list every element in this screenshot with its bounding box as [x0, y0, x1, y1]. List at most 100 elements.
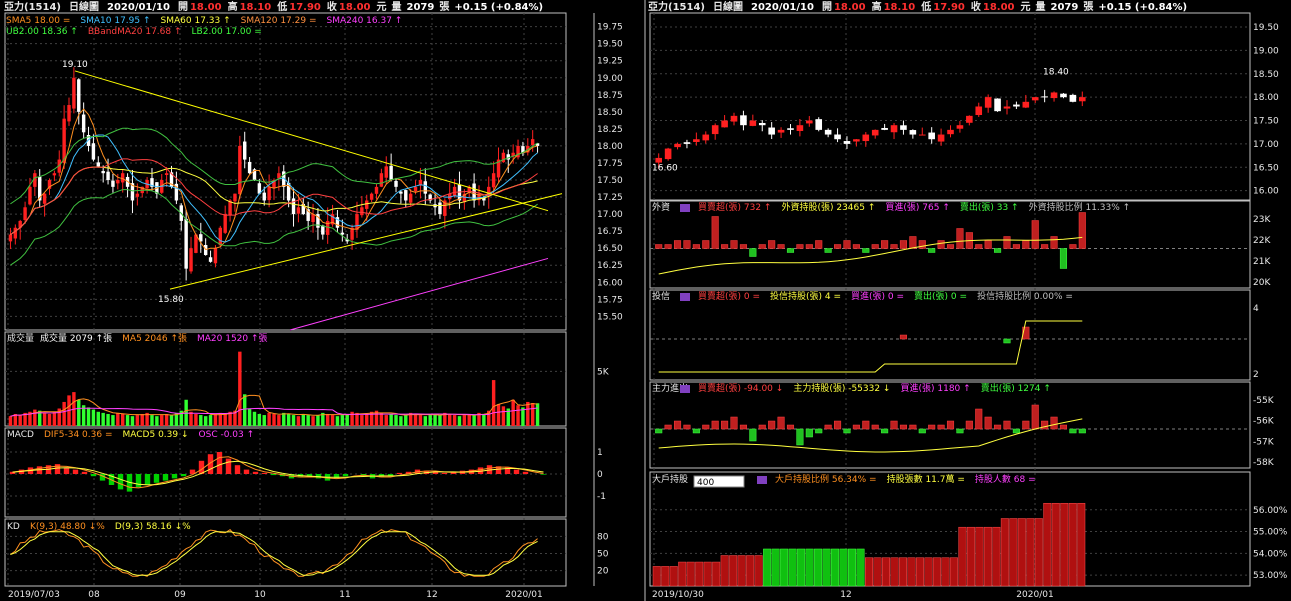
left-volume-bar [194, 413, 198, 426]
right-big-bar [1043, 502, 1052, 587]
left-price-tick-0: 19.75 [597, 23, 623, 33]
right-foreign-bar [739, 244, 747, 249]
right-foreign-legend-0: 買賣超(張) 732 ↑ [698, 201, 771, 213]
left-ma-legend-0: SMA5 18.00 = [6, 16, 70, 26]
left-kd-legend-0: K(9,3) 48.80 ↓% [30, 522, 105, 532]
left-candle-body [267, 186, 271, 201]
right-main-bar [758, 424, 766, 430]
right-main-bar [702, 424, 710, 430]
right-foreign-bar [815, 240, 823, 249]
right-main-bar [881, 428, 889, 434]
right-price-tick-0: 19.50 [1253, 23, 1279, 33]
left-candle-body [101, 171, 105, 174]
left-volume-bar [272, 413, 276, 426]
right-candle-body [674, 143, 681, 148]
left-open-value: 18.00 [190, 2, 222, 13]
right-vol_label: 量 [1036, 0, 1046, 13]
left-volume-bar [535, 403, 540, 426]
right-main-tick-0: -55K [1253, 396, 1275, 406]
left-volume-bar [62, 401, 66, 426]
left-price-tick-12: 16.75 [597, 227, 623, 237]
right-high-value: 18.10 [884, 2, 916, 13]
right-foreign-bar [796, 244, 804, 249]
left-volume-bar [384, 415, 388, 426]
left-candle-body [96, 162, 101, 167]
left-candle-body [340, 232, 345, 235]
stock-chart-canvas: 亞力(1514) 日線圖 2020/01/10 開 18.00 高 18.10 低 17.90 收… [4, 0, 1288, 601]
right-foreign-bar [852, 244, 860, 249]
left-volume-bar [301, 413, 305, 426]
left-header-2: 2020/01/10 [107, 2, 170, 13]
right-foreign-bar [928, 248, 936, 253]
left-volume-bar [389, 413, 393, 426]
right-foreign-bar [871, 244, 879, 249]
right-main-legend-3: 賣出(張) 1274 ↑ [981, 382, 1051, 394]
right-low-value: 17.90 [933, 2, 965, 13]
right-trust-holding-line [658, 320, 1083, 373]
left-volume-bar [267, 412, 271, 426]
right-candle-body [749, 120, 757, 126]
left-price-tick-4: 18.75 [597, 91, 623, 101]
right-candle-body [721, 120, 728, 128]
left-volume-bar [516, 405, 520, 426]
right-candle-body [702, 134, 710, 141]
left-macd-legend-2: OSC -0.03 ↑ [199, 430, 255, 440]
right-big-bar [695, 561, 704, 587]
left-volume-bar [257, 413, 262, 426]
left-volume-bar [311, 416, 315, 426]
left-vol_label: 量 [392, 0, 402, 13]
right-main-bar [984, 416, 992, 430]
right-main-bar [711, 420, 719, 430]
left-candle-body [91, 143, 96, 160]
right-candle-body [853, 139, 860, 142]
right-candle-body [900, 125, 907, 130]
right-main-legend-1: 主力持股(張) -55332 ↓ [793, 382, 890, 394]
left-candle-body [23, 207, 27, 221]
left-price-tick-17: 15.50 [597, 312, 623, 322]
left-vol_unit: 張 [439, 1, 450, 13]
left-low-annotation: 15.80 [158, 295, 184, 305]
right-big-bar [763, 548, 772, 587]
left-high-value: 18.10 [240, 2, 272, 13]
right-candle-body [693, 139, 700, 142]
right-candle-body [664, 148, 672, 160]
right-main-bar [815, 428, 823, 434]
left-macd-tick-2: -1 [597, 492, 606, 502]
right-foreign-legend-3: 賣出(張) 33 ↑ [960, 201, 1019, 213]
right-main-bar [739, 424, 747, 430]
right-foreign-bar [975, 244, 983, 249]
left-volume-bar [379, 412, 384, 426]
left-candle-body [408, 193, 413, 203]
right-main-bar [730, 416, 738, 430]
right-volume: 2079 [1051, 2, 1079, 13]
left-volume-bar [462, 415, 467, 426]
left-candle-body [365, 200, 369, 209]
left-volume-bar [223, 413, 227, 426]
left-candle-body [111, 180, 115, 187]
right-candle-body [1041, 96, 1048, 98]
right-main-bar [1022, 420, 1030, 430]
right-big-bar [856, 548, 865, 587]
right-foreign-bar [1031, 220, 1039, 249]
right-big-bar [805, 548, 814, 587]
right-candle-body [881, 127, 888, 130]
left-price-tick-10: 17.25 [597, 193, 623, 203]
right-candle-body [871, 129, 879, 136]
right-foreign-bar [881, 240, 889, 249]
left-volume-bar [213, 413, 218, 426]
right-foreign-tick-3: 20K [1253, 278, 1271, 288]
right-big-menu-icon [757, 476, 767, 484]
right-candle-body [1069, 94, 1077, 102]
left-price-tick-11: 17.00 [597, 210, 623, 220]
left-candle-body [81, 114, 86, 133]
left-volume-bar [125, 415, 130, 426]
right-main-bar [1031, 404, 1039, 430]
right-big-legend-2: 持股人數 68 = [975, 473, 1036, 485]
right-big-bar [941, 557, 950, 587]
left-candle-body [530, 139, 535, 146]
left-volume-bar [47, 413, 52, 426]
left-volume-bar [428, 415, 432, 426]
right-foreign-bar [805, 244, 813, 249]
right-foreign-bar [673, 240, 682, 249]
right-main-legend-2: 買進(張) 1180 ↑ [900, 382, 970, 394]
